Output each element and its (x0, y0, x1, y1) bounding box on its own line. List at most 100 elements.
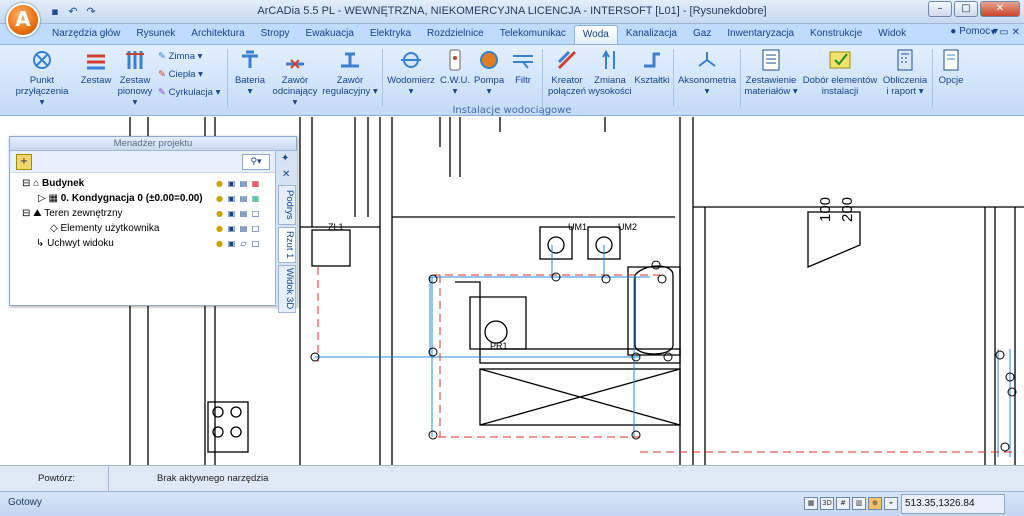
checkbox-icon[interactable]: □ (251, 224, 260, 233)
bulb-icon[interactable]: ● (215, 209, 224, 218)
tab-rzut-1[interactable]: Rzut 1 (278, 227, 296, 263)
lock-icon[interactable]: ▣ (227, 239, 236, 248)
ortho-icon[interactable]: ▥ (852, 497, 866, 510)
lock-icon[interactable]: ▣ (227, 194, 236, 203)
zawor-odcinajacy-button[interactable]: Zawór odcinający ▾ (270, 47, 320, 108)
label-um2: UM2 (618, 222, 637, 232)
pipe-set-icon (78, 47, 114, 73)
bateria-button[interactable]: Bateria ▾ (232, 47, 268, 97)
dimension-200: 200 (839, 197, 856, 222)
tab-inwentaryzacja[interactable]: Inwentaryzacja (719, 25, 802, 44)
kondygnacja-label: 0. Kondygnacja 0 (±0.00=0.00) (60, 193, 203, 204)
pompa-button[interactable]: Pompa ▾ (474, 47, 504, 97)
label-um1: UM1 (568, 222, 587, 232)
tab-ewakuacja[interactable]: Ewakuacja (298, 25, 362, 44)
zestawienie-materialow-button[interactable]: Zestawienie materiałów ▾ (742, 47, 800, 97)
zestaw-button[interactable]: Zestaw (78, 47, 114, 86)
kreator-polaczen-button[interactable]: Kreator połączeń (546, 47, 588, 97)
tab-gaz[interactable]: Gaz (685, 25, 719, 44)
tab-stropy[interactable]: Stropy (253, 25, 298, 44)
tree-item-kondygnacja[interactable]: ▷ ▦ 0. Kondygnacja 0 (±0.00=0.00) (38, 193, 203, 208)
budynek-flags: ● ▣ ▤ ▦ (215, 179, 260, 188)
aksonometria-button[interactable]: Aksonometria ▾ (676, 47, 738, 97)
zimna-button[interactable]: ✎ Zimna ▾ (158, 51, 202, 62)
tree-item-budynek[interactable]: ⊟ ⌂ Budynek (22, 178, 84, 193)
building-icon: ⌂ (33, 178, 40, 189)
snap-icon[interactable]: ▦ (804, 497, 818, 510)
add-element-icon[interactable]: + (16, 154, 32, 170)
ksztaltki-button[interactable]: Kształtki (634, 47, 670, 86)
label-zl1: ZL1 (328, 222, 344, 232)
filter-dropdown[interactable]: ⚲▾ (242, 154, 270, 170)
tracking-icon[interactable]: ⌖ (884, 497, 898, 510)
maximize-button[interactable]: □ (954, 1, 978, 17)
object-snap-icon[interactable]: ⊕ (868, 497, 882, 510)
help-icon: ● (950, 26, 960, 37)
tab-narzędzia-głów[interactable]: Narzędzia głów (44, 25, 128, 44)
tree-item-teren[interactable]: ⊟ ⛰ Teren zewnętrzny (22, 208, 123, 223)
checkbox-icon[interactable]: □ (251, 209, 260, 218)
zmiana-label: Zmiana wysokości (588, 75, 632, 97)
pin-icon[interactable]: ✦ (281, 153, 289, 164)
tab-kanalizacja[interactable]: Kanalizacja (618, 25, 685, 44)
eraser-icon[interactable]: ▱ (239, 239, 248, 248)
opcje-button[interactable]: Opcje (936, 47, 966, 86)
tab-rysunek[interactable]: Rysunek (128, 25, 183, 44)
dobor-elementow-button[interactable]: Dobór elementów instalacji (800, 47, 880, 97)
tab-elektryka[interactable]: Elektryka (362, 25, 419, 44)
filtr-label: Filtr (515, 75, 531, 86)
title-bar: ▪ ↶ ↷ ArCADia 5.5 PL - WEWNĘTRZNA, NIEKO… (0, 0, 1024, 24)
printer-icon[interactable]: ▤ (239, 209, 248, 218)
application-button[interactable]: A (6, 3, 40, 37)
teren-label: Teren zewnętrzny (44, 208, 123, 219)
filter-icon (508, 47, 538, 73)
height-change-icon (588, 47, 632, 73)
tab-telekomunikac[interactable]: Telekomunikac (492, 25, 574, 44)
lock-icon[interactable]: ▣ (227, 224, 236, 233)
3d-view-icon[interactable]: 3D (820, 497, 834, 510)
user-elements-icon: ◇ (50, 223, 58, 234)
water-heater-icon (438, 47, 472, 73)
cyrkulacja-button[interactable]: ✎ Cyrkulacja ▾ (158, 87, 220, 98)
tab-widok-3d[interactable]: Widok 3D (278, 265, 296, 313)
color-icon[interactable]: ▦ (251, 179, 260, 188)
bulb-icon[interactable]: ● (215, 179, 224, 188)
axonometry-icon (676, 47, 738, 73)
bulb-icon[interactable]: ● (215, 239, 224, 248)
checkbox-icon[interactable]: □ (251, 239, 260, 248)
bulb-icon[interactable]: ● (215, 194, 224, 203)
tab-woda[interactable]: Woda (573, 25, 618, 44)
wodomierz-button[interactable]: Wodomierz ▾ (386, 47, 436, 97)
lock-icon[interactable]: ▣ (227, 179, 236, 188)
fittings-icon (634, 47, 670, 73)
printer-icon[interactable]: ▤ (239, 179, 248, 188)
tab-architektura[interactable]: Architektura (183, 25, 252, 44)
ciepla-button[interactable]: ✎ Ciepła ▾ (158, 69, 203, 80)
project-manager-panel[interactable]: Menadżer projektu + ⚲▾ ⊟ ⌂ Budynek ▷ ▦ 0… (9, 136, 297, 313)
tree-item-uchwyt[interactable]: ↳ Uchwyt widoku (36, 238, 114, 253)
lock-icon[interactable]: ▣ (227, 209, 236, 218)
tab-rozdzielnice[interactable]: Rozdzielnice (419, 25, 492, 44)
tab-podrys[interactable]: Podrys (278, 185, 296, 225)
bulb-icon[interactable]: ● (215, 224, 224, 233)
mdi-controls[interactable]: ▾ ▭ ✕ (991, 27, 1020, 38)
filtr-button[interactable]: Filtr (508, 47, 538, 86)
zestaw-pionowy-button[interactable]: Zestaw pionowy ▾ (114, 47, 156, 108)
printer-icon[interactable]: ▤ (239, 194, 248, 203)
obliczenia-raport-button[interactable]: Obliczenia i raport ▾ (880, 47, 930, 97)
view-handle-icon: ↳ (36, 238, 45, 249)
punkt-przylaczenia-button[interactable]: Punkt przyłączenia ▾ (12, 47, 72, 108)
zmiana-wysokosci-button[interactable]: Zmiana wysokości (588, 47, 632, 97)
tree-item-elementy[interactable]: ◇ Elementy użytkownika (50, 223, 159, 238)
close-button[interactable]: ✕ (980, 1, 1020, 17)
printer-icon[interactable]: ▤ (239, 224, 248, 233)
color-icon[interactable]: ▦ (251, 194, 260, 203)
close-panel-icon[interactable]: ✕ (282, 169, 290, 180)
cwu-button[interactable]: C.W.U. ▾ (438, 47, 472, 97)
minimize-button[interactable]: – (928, 1, 952, 17)
tab-widok[interactable]: Widok (870, 25, 914, 44)
grid-icon[interactable]: # (836, 497, 850, 510)
regulating-valve-icon (322, 47, 378, 73)
tab-konstrukcje[interactable]: Konstrukcje (802, 25, 870, 44)
zawor-regulacyjny-button[interactable]: Zawór regulacyjny ▾ (322, 47, 378, 97)
